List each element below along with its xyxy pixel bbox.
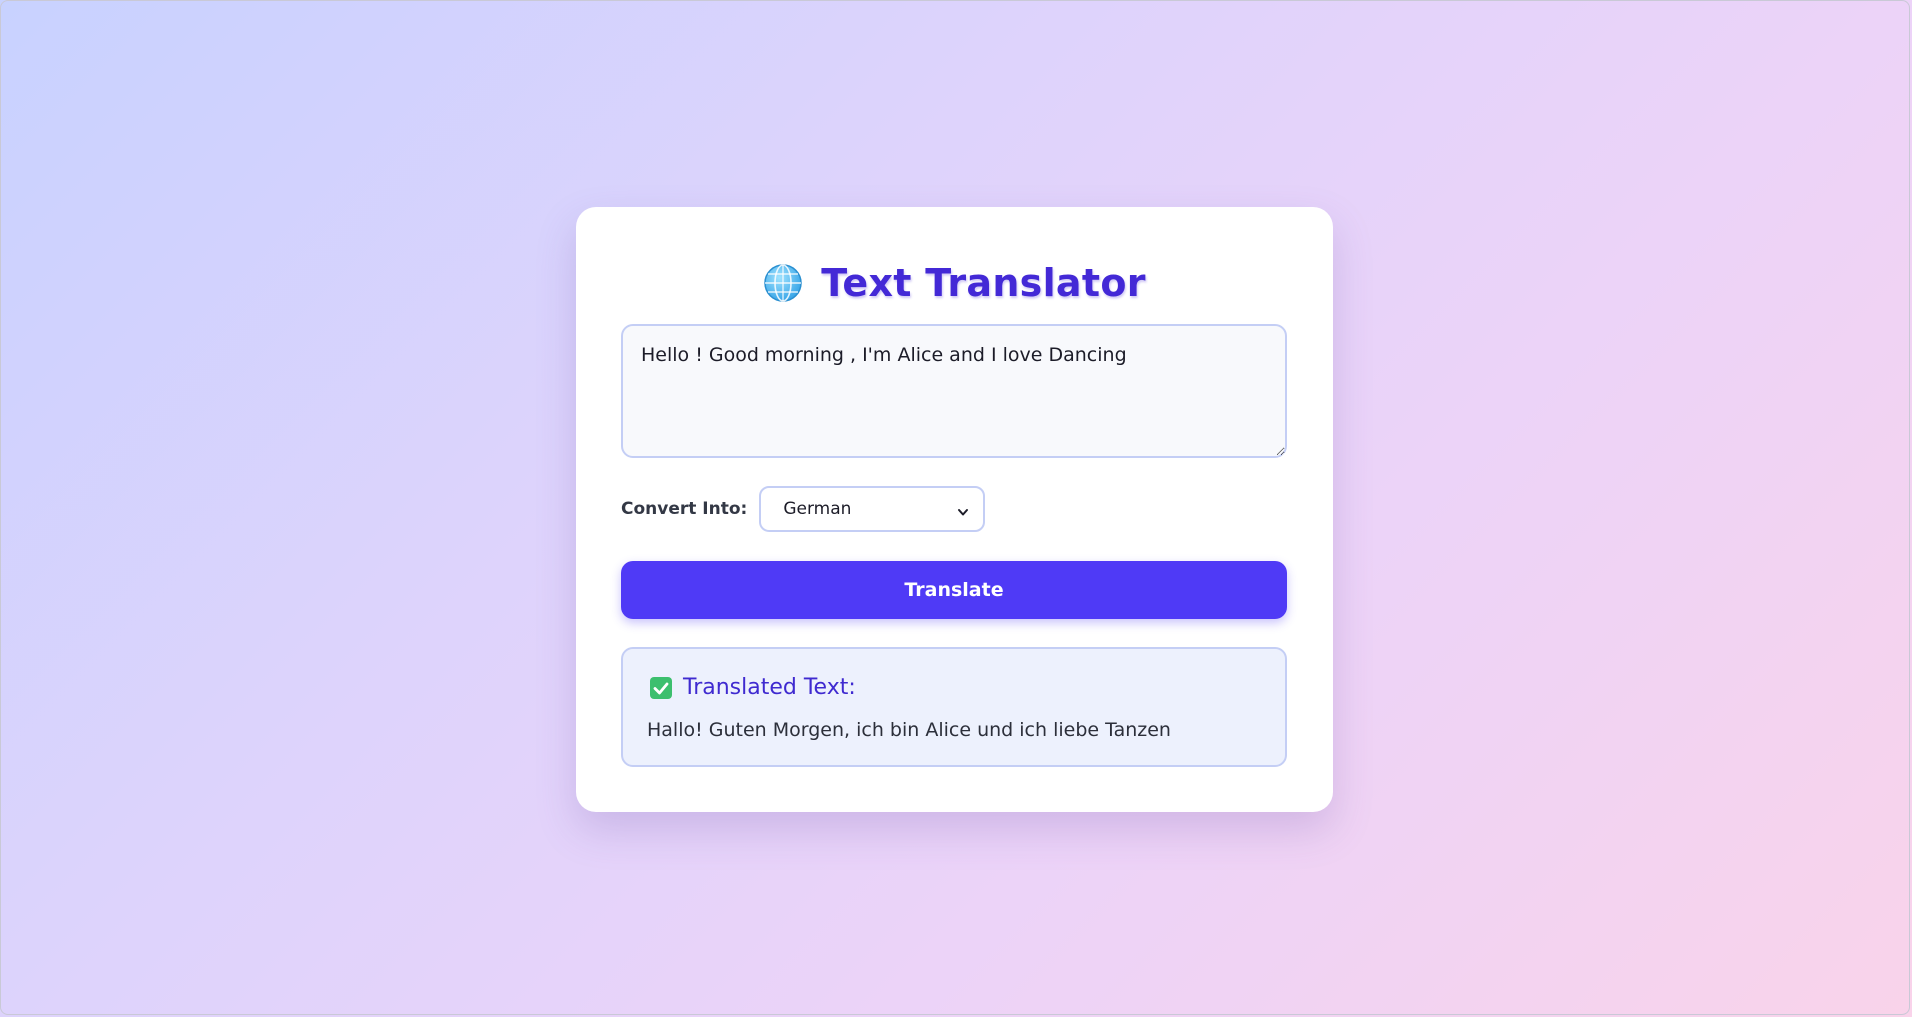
source-text-input[interactable]: Hello ! Good morning , I'm Alice and I l… (621, 324, 1287, 458)
result-heading: Translated Text: (683, 675, 856, 700)
translator-card: Text Translator Hello ! Good morning , I… (576, 207, 1333, 812)
result-panel: Translated Text: Hallo! Guten Morgen, ic… (621, 647, 1287, 767)
language-select[interactable]: German (759, 486, 986, 532)
language-select-value: German (783, 499, 852, 519)
convert-row: Convert Into: German (621, 485, 986, 533)
check-mark-icon (649, 676, 673, 700)
globe-icon (763, 263, 803, 303)
result-header: Translated Text: (649, 675, 856, 700)
convert-into-label: Convert Into: (621, 499, 748, 519)
chevron-down-icon (957, 503, 969, 516)
translate-button[interactable]: Translate (621, 561, 1287, 619)
title-row: Text Translator (576, 255, 1333, 311)
translated-text: Hallo! Guten Morgen, ich bin Alice und i… (647, 719, 1171, 741)
page-title: Text Translator (821, 261, 1146, 305)
